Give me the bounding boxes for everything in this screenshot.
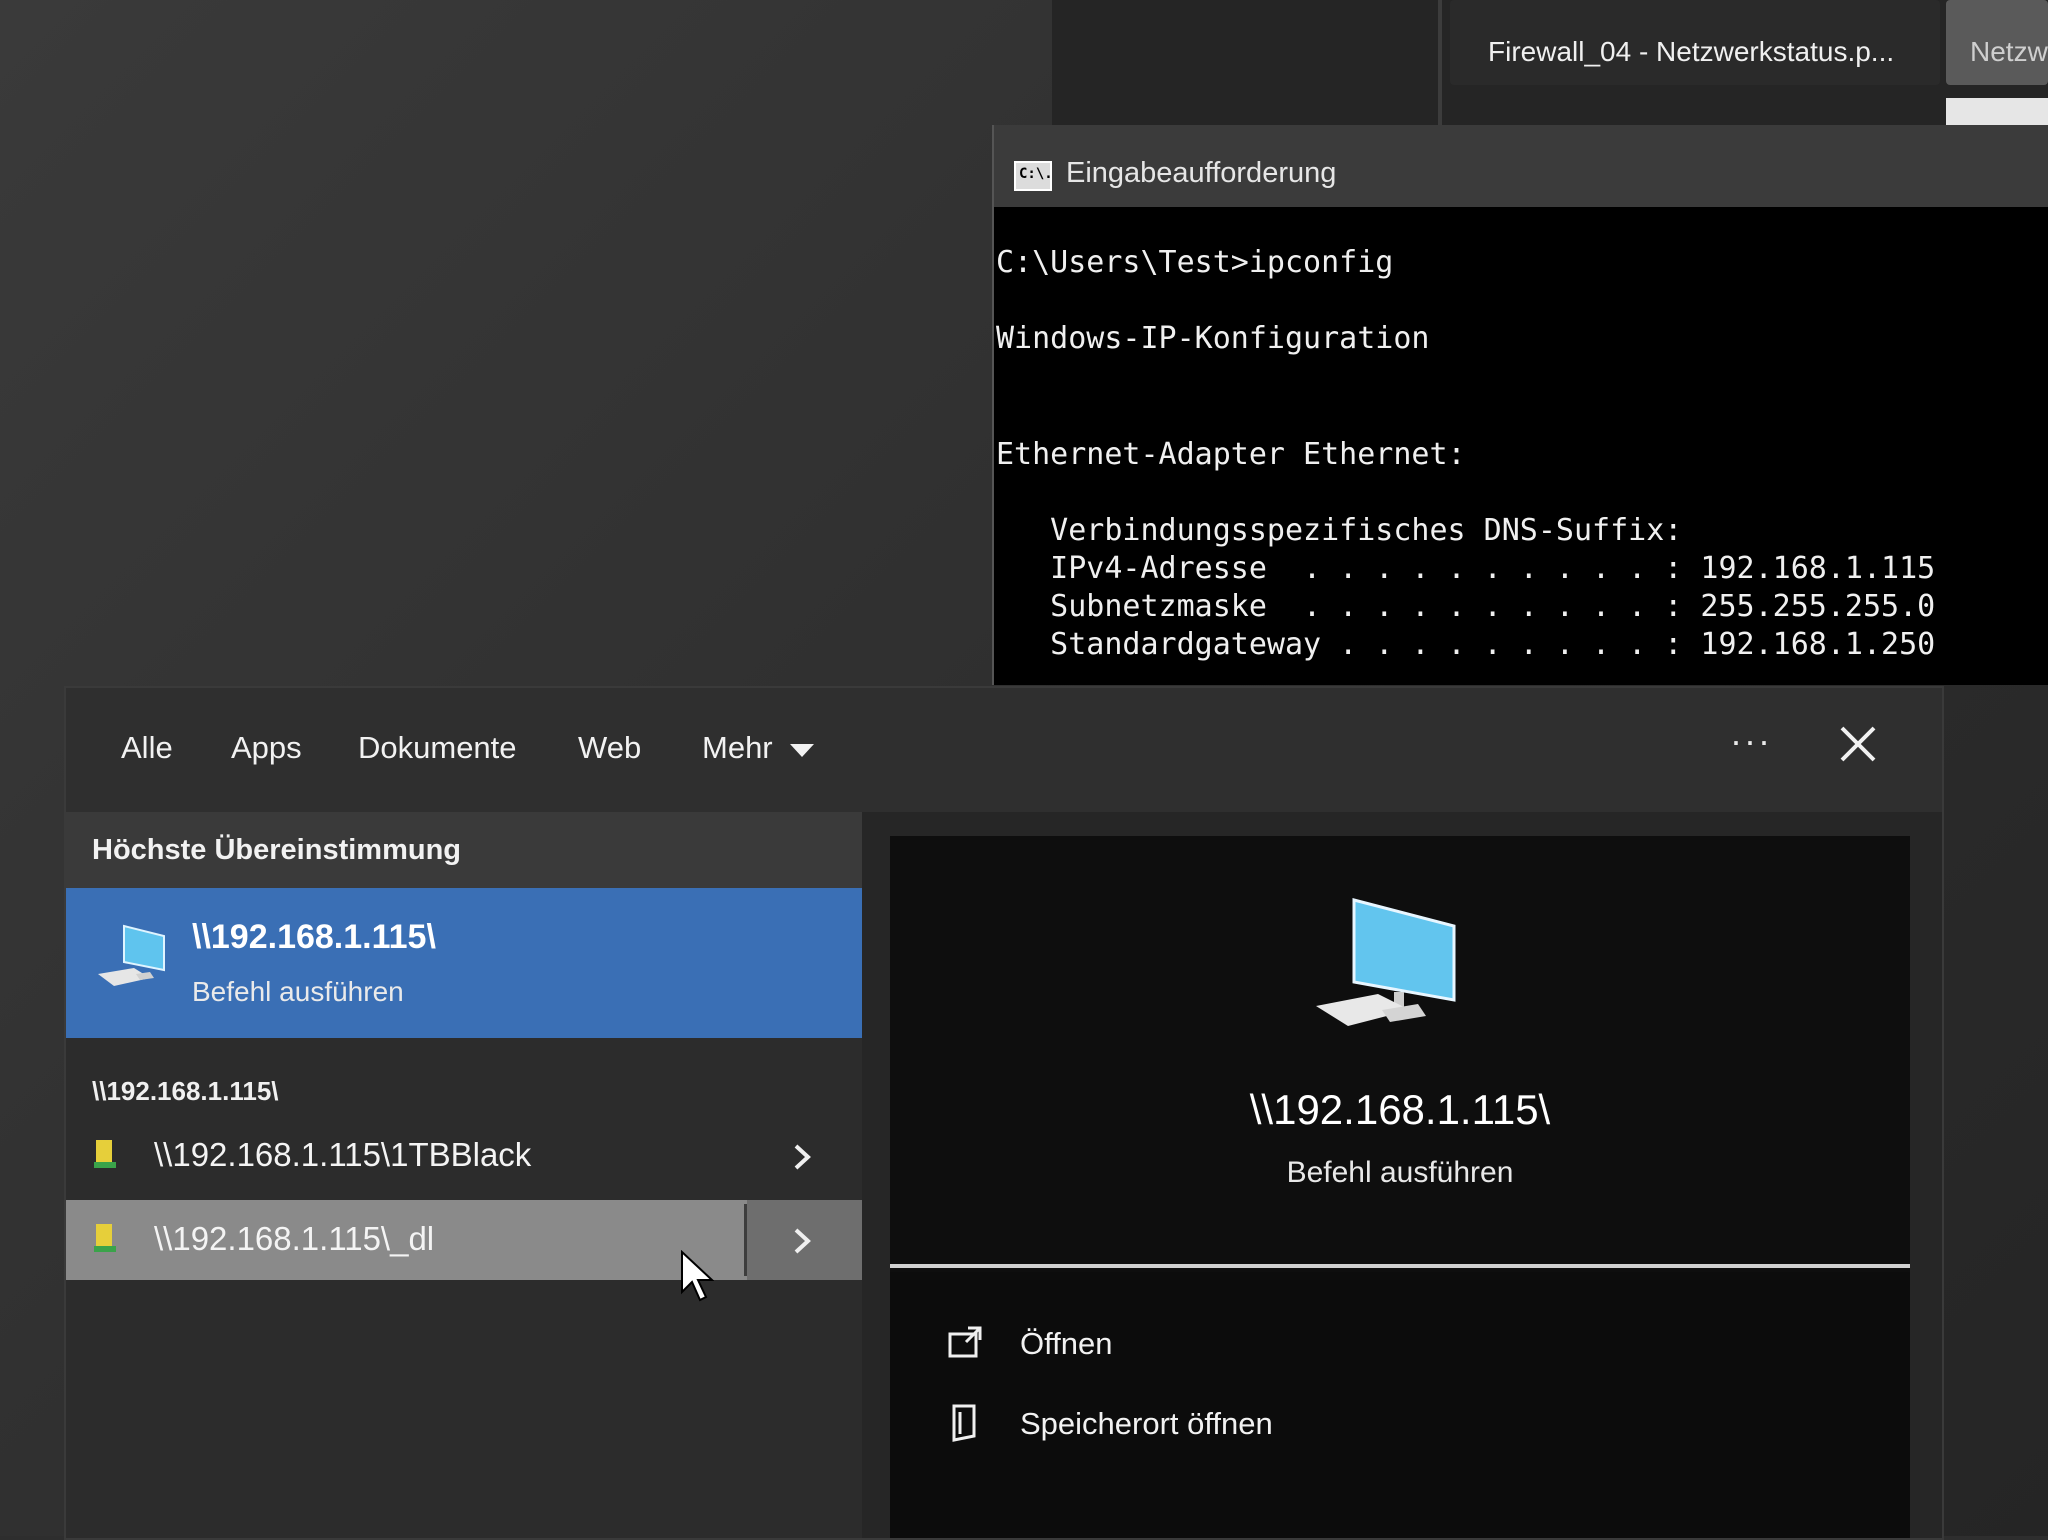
- command-prompt-window[interactable]: C:\. Eingabeaufforderung C:\Users\Test>i…: [992, 125, 2048, 685]
- more-options-icon[interactable]: ···: [1730, 720, 1772, 762]
- cmd-line-ipv4: IPv4-Adresse . . . . . . . . . . : 192.1…: [996, 551, 1936, 586]
- mouse-cursor-icon: [681, 1250, 714, 1302]
- results-list: Höchste Übereinstimmung \\192.168.1.115\…: [66, 812, 862, 1538]
- search-tab-bar: Alle Apps Dokumente Web Mehr ···: [66, 688, 1942, 812]
- open-location-label: Speicherort öffnen: [1020, 1406, 1273, 1441]
- result-label: \\192.168.1.115\_dl: [154, 1220, 435, 1257]
- preview-pane: \\192.168.1.115\ Befehl ausführen Öffnen…: [862, 812, 1942, 1538]
- row-divider: [744, 1204, 747, 1276]
- cmd-line-prompt: C:\Users\Test>ipconfig: [996, 245, 1394, 280]
- cmd-window-title: Eingabeaufforderung: [1066, 157, 1337, 189]
- tab-documents[interactable]: Dokumente: [358, 730, 517, 766]
- best-match-title: \\192.168.1.115\: [192, 918, 436, 956]
- cmd-titlebar[interactable]: C:\. Eingabeaufforderung: [994, 125, 2048, 207]
- result-row-1tbblack[interactable]: \\192.168.1.115\1TBBlack: [66, 1116, 862, 1196]
- chevron-right-icon[interactable]: [792, 1226, 812, 1256]
- preview-subtitle: Befehl ausführen: [1286, 1156, 1514, 1189]
- thumbnail-label: Netzw: [1970, 36, 2048, 67]
- results-subheader: \\192.168.1.115\: [92, 1076, 279, 1106]
- tab-web[interactable]: Web: [578, 730, 641, 766]
- open-icon: [948, 1326, 982, 1358]
- cmd-line-gateway: Standardgateway . . . . . . . . . : 192.…: [996, 627, 1936, 662]
- open-label: Öffnen: [1020, 1326, 1113, 1361]
- cmd-icon: C:\.: [1014, 161, 1053, 191]
- preview-card: \\192.168.1.115\ Befehl ausführen: [890, 836, 1910, 1276]
- result-label: \\192.168.1.115\1TBBlack: [154, 1136, 532, 1173]
- preview-actions: Öffnen Speicherort öffnen: [890, 1272, 1910, 1538]
- thumbnail-label: Firewall_04 - Netzwerkstatus.p...: [1488, 36, 1895, 67]
- close-icon[interactable]: [1836, 722, 1880, 766]
- tab-all[interactable]: Alle: [121, 730, 173, 766]
- cmd-line-header: Windows-IP-Konfiguration: [996, 321, 1430, 356]
- best-match-header: Höchste Übereinstimmung: [66, 812, 862, 888]
- taskbar-thumbnail-network[interactable]: Netzw: [1946, 0, 2048, 85]
- preview-divider: [1438, 0, 1442, 130]
- cmd-line-dns: Verbindungsspezifisches DNS-Suffix:: [996, 513, 1683, 548]
- computer-icon: [98, 924, 165, 986]
- cmd-output[interactable]: C:\Users\Test>ipconfig Windows-IP-Konfig…: [996, 245, 2048, 662]
- tab-more[interactable]: Mehr: [702, 730, 773, 766]
- folder-location-icon: [952, 1404, 976, 1442]
- taskbar-thumbnail-firewall[interactable]: Firewall_04 - Netzwerkstatus.p...: [1450, 0, 1940, 85]
- search-panel[interactable]: Alle Apps Dokumente Web Mehr ··· Höchste…: [64, 686, 1944, 1540]
- caret-down-icon[interactable]: [790, 744, 814, 757]
- computer-icon: [1316, 898, 1456, 1026]
- chevron-right-icon[interactable]: [792, 1142, 812, 1172]
- thumbnail-strip: [1946, 98, 2048, 126]
- network-drive-icon: [94, 1140, 116, 1168]
- preview-title: \\192.168.1.115\: [1249, 1086, 1551, 1133]
- cmd-line-subnet: Subnetzmaske . . . . . . . . . . : 255.2…: [996, 589, 1936, 624]
- best-match-subtitle: Befehl ausführen: [192, 976, 404, 1007]
- best-match-item[interactable]: \\192.168.1.115\ Befehl ausführen: [66, 888, 862, 1038]
- cmd-line-adapter: Ethernet-Adapter Ethernet:: [996, 437, 1466, 472]
- tab-apps[interactable]: Apps: [231, 730, 302, 766]
- preview-separator: [890, 1264, 1910, 1268]
- network-drive-icon: [94, 1224, 116, 1252]
- result-row-dl[interactable]: \\192.168.1.115\_dl: [66, 1200, 862, 1280]
